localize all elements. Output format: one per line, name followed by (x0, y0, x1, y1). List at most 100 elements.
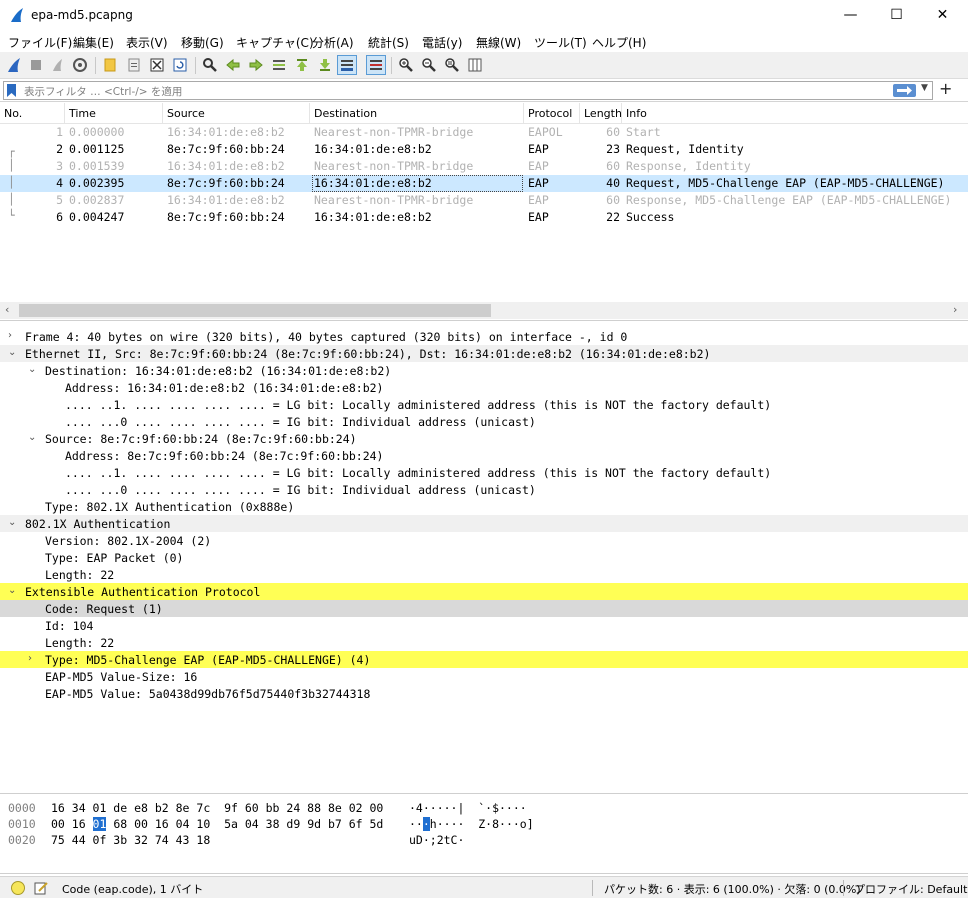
zoom-reset-icon[interactable] (442, 55, 462, 75)
collapse-arrow-icon[interactable]: ⌄ (8, 517, 16, 528)
details-tree-row[interactable]: ⌄ Destination: 16:34:01:de:e8:b2 (16:34:0… (0, 362, 968, 379)
resize-columns-icon[interactable] (465, 55, 485, 75)
details-tree-row[interactable]: Address: 16:34:01:de:e8:b2 (16:34:01:de:… (0, 379, 968, 396)
details-tree-row[interactable]: ⌄ Ethernet II, Src: 8e:7c:9f:60:bb:24 (8e… (0, 345, 968, 362)
menu-statistics[interactable]: 統計(S) (368, 34, 409, 51)
collapse-arrow-icon[interactable]: ⌄ (28, 364, 36, 375)
stop-icon[interactable] (26, 55, 46, 75)
collapse-arrow-icon[interactable]: ⌄ (8, 347, 16, 358)
column-source[interactable]: Source (163, 103, 310, 124)
details-tree-text: Frame 4: 40 bytes on wire (320 bits), 40… (25, 330, 628, 344)
packet-row[interactable]: 2 0.001125 8e:7c:9f:60:bb:24 16:34:01:de:e8… (0, 141, 968, 158)
menu-view[interactable]: 表示(V) (126, 34, 168, 51)
hex-ascii[interactable]: ·4·····| `·$···· (409, 801, 527, 815)
scroll-left-icon[interactable]: ‹ (5, 303, 9, 316)
details-tree-row[interactable]: Length: 22 (0, 634, 968, 651)
colorize-icon[interactable] (366, 55, 386, 75)
details-tree-row[interactable]: ⌄ Source: 8e:7c:9f:60:bb:24 (8e:7c:9f:60:… (0, 430, 968, 447)
column-length[interactable]: Length (580, 103, 622, 124)
details-tree-row[interactable]: Version: 802.1X-2004 (2) (0, 532, 968, 549)
hex-bytes[interactable]: 00 16 01 68 00 16 04 10 5a 04 38 d9 9d b… (51, 817, 383, 831)
scroll-right-icon[interactable]: › (953, 303, 957, 316)
packet-row[interactable]: 1 0.000000 16:34:01:de:e8:b2 Nearest-non-TP… (0, 124, 968, 141)
details-tree-row[interactable]: Type: 802.1X Authentication (0x888e) (0, 498, 968, 515)
details-tree-row[interactable]: Length: 22 (0, 566, 968, 583)
close-button[interactable]: ✕ (920, 0, 965, 31)
packet-row[interactable]: 5 0.002837 16:34:01:de:e8:b2 Nearest-non-TP… (0, 192, 968, 209)
hex-row[interactable]: 0020 75 44 0f 3b 32 74 43 18 uD·;2tC· (0, 832, 968, 848)
chevron-down-icon[interactable]: ▼ (921, 83, 928, 93)
reload-icon[interactable] (170, 55, 190, 75)
hex-row[interactable]: 0000 16 34 01 de e8 b2 8e 7c 9f 60 bb 24 … (0, 800, 968, 816)
hex-ascii[interactable]: uD·;2tC· (409, 833, 464, 847)
expand-arrow-icon[interactable]: › (28, 653, 32, 664)
add-filter-button[interactable]: + (939, 79, 952, 98)
details-tree-row[interactable]: Type: EAP Packet (0) (0, 549, 968, 566)
open-folder-icon[interactable] (100, 55, 120, 75)
details-tree-row[interactable]: Id: 104 (0, 617, 968, 634)
details-tree-row[interactable]: › Type: MD5-Challenge EAP (EAP-MD5-CHALLE… (0, 651, 968, 668)
auto-scroll-icon[interactable] (337, 55, 357, 75)
maximize-button[interactable]: ☐ (874, 0, 919, 31)
packet-row[interactable]: 6 0.004247 8e:7c:9f:60:bb:24 16:34:01:de:e8… (0, 209, 968, 226)
column-protocol[interactable]: Protocol (524, 103, 580, 124)
apply-filter-button[interactable] (893, 84, 916, 97)
menu-tools[interactable]: ツール(T) (534, 34, 587, 51)
zoom-out-icon[interactable] (419, 55, 439, 75)
hex-row[interactable]: 0010 00 16 01 68 00 16 04 10 5a 04 38 d9 … (0, 816, 968, 832)
details-tree-row[interactable]: .... ..1. .... .... .... .... = LG bit: … (0, 464, 968, 481)
go-to-packet-icon[interactable] (269, 55, 289, 75)
details-tree-row[interactable]: EAP-MD5 Value: 5a0438d99db76f5d75440f3b3… (0, 685, 968, 702)
go-back-icon[interactable] (223, 55, 243, 75)
collapse-arrow-icon[interactable]: ⌄ (8, 585, 16, 596)
menu-wireless[interactable]: 無線(W) (476, 34, 521, 51)
shark-fin-start-icon[interactable] (4, 55, 24, 75)
details-tree-row[interactable]: ⌄ Extensible Authentication Protocol (0, 583, 968, 600)
details-tree-row[interactable]: .... ..1. .... .... .... .... = LG bit: … (0, 396, 968, 413)
details-tree-row[interactable]: ⌄ 802.1X Authentication (0, 515, 968, 532)
menu-go[interactable]: 移動(G) (181, 34, 224, 51)
column-time[interactable]: Time (65, 103, 163, 124)
column-destination[interactable]: Destination (310, 103, 524, 124)
expert-info-led-icon[interactable] (11, 881, 25, 895)
menu-capture[interactable]: キャプチャ(C) (236, 34, 314, 51)
bookmark-icon[interactable] (7, 84, 16, 97)
file-binary-icon[interactable] (124, 55, 144, 75)
edit-comment-icon[interactable] (33, 880, 49, 896)
hex-bytes[interactable]: 75 44 0f 3b 32 74 43 18 (51, 833, 210, 847)
details-tree-row[interactable]: EAP-MD5 Value-Size: 16 (0, 668, 968, 685)
hex-ascii[interactable]: ···h···· Z·8···o] (409, 817, 534, 831)
options-gear-icon[interactable] (70, 55, 90, 75)
column-no[interactable]: No. (0, 103, 65, 124)
packet-row[interactable]: 4 0.002395 8e:7c:9f:60:bb:24 16:34:01:de:e8… (0, 175, 968, 192)
find-icon[interactable] (200, 55, 220, 75)
close-file-icon[interactable] (147, 55, 167, 75)
details-tree-row[interactable]: Code: Request (1) (0, 600, 968, 617)
go-last-icon[interactable] (315, 55, 335, 75)
menu-analyze[interactable]: 分析(A) (312, 34, 354, 51)
minimize-button[interactable]: — (828, 0, 873, 31)
menu-edit[interactable]: 編集(E) (73, 34, 114, 51)
zoom-in-icon[interactable] (396, 55, 416, 75)
details-tree-row[interactable]: .... ...0 .... .... .... .... = IG bit: … (0, 481, 968, 498)
status-profile[interactable]: プロファイル: Default (854, 881, 967, 897)
menu-help[interactable]: ヘルプ(H) (592, 34, 646, 51)
column-info[interactable]: Info (622, 103, 968, 124)
go-first-icon[interactable] (292, 55, 312, 75)
expand-arrow-icon[interactable]: › (8, 330, 12, 341)
packet-cell-source: 8e:7c:9f:60:bb:24 (167, 210, 285, 224)
details-tree-row[interactable]: › Frame 4: 40 bytes on wire (320 bits), 4… (0, 328, 968, 345)
scrollbar-thumb[interactable] (19, 304, 491, 317)
go-forward-icon[interactable] (246, 55, 266, 75)
packet-list-hscrollbar[interactable]: ‹ › (0, 302, 968, 319)
menu-telephony[interactable]: 電話(y) (422, 34, 462, 51)
menu-file[interactable]: ファイル(F) (8, 34, 72, 51)
packet-list-header: No. Time Source Destination Protocol Len… (0, 103, 968, 124)
details-tree-row[interactable]: Address: 8e:7c:9f:60:bb:24 (8e:7c:9f:60:… (0, 447, 968, 464)
restart-icon[interactable] (48, 55, 68, 75)
display-filter-input[interactable]: 表示フィルタ … <Ctrl-/> を適用 ▼ (3, 81, 933, 100)
packet-row[interactable]: 3 0.001539 16:34:01:de:e8:b2 Nearest-non-TP… (0, 158, 968, 175)
collapse-arrow-icon[interactable]: ⌄ (28, 432, 36, 443)
details-tree-row[interactable]: .... ...0 .... .... .... .... = IG bit: … (0, 413, 968, 430)
hex-bytes[interactable]: 16 34 01 de e8 b2 8e 7c 9f 60 bb 24 88 8… (51, 801, 383, 815)
